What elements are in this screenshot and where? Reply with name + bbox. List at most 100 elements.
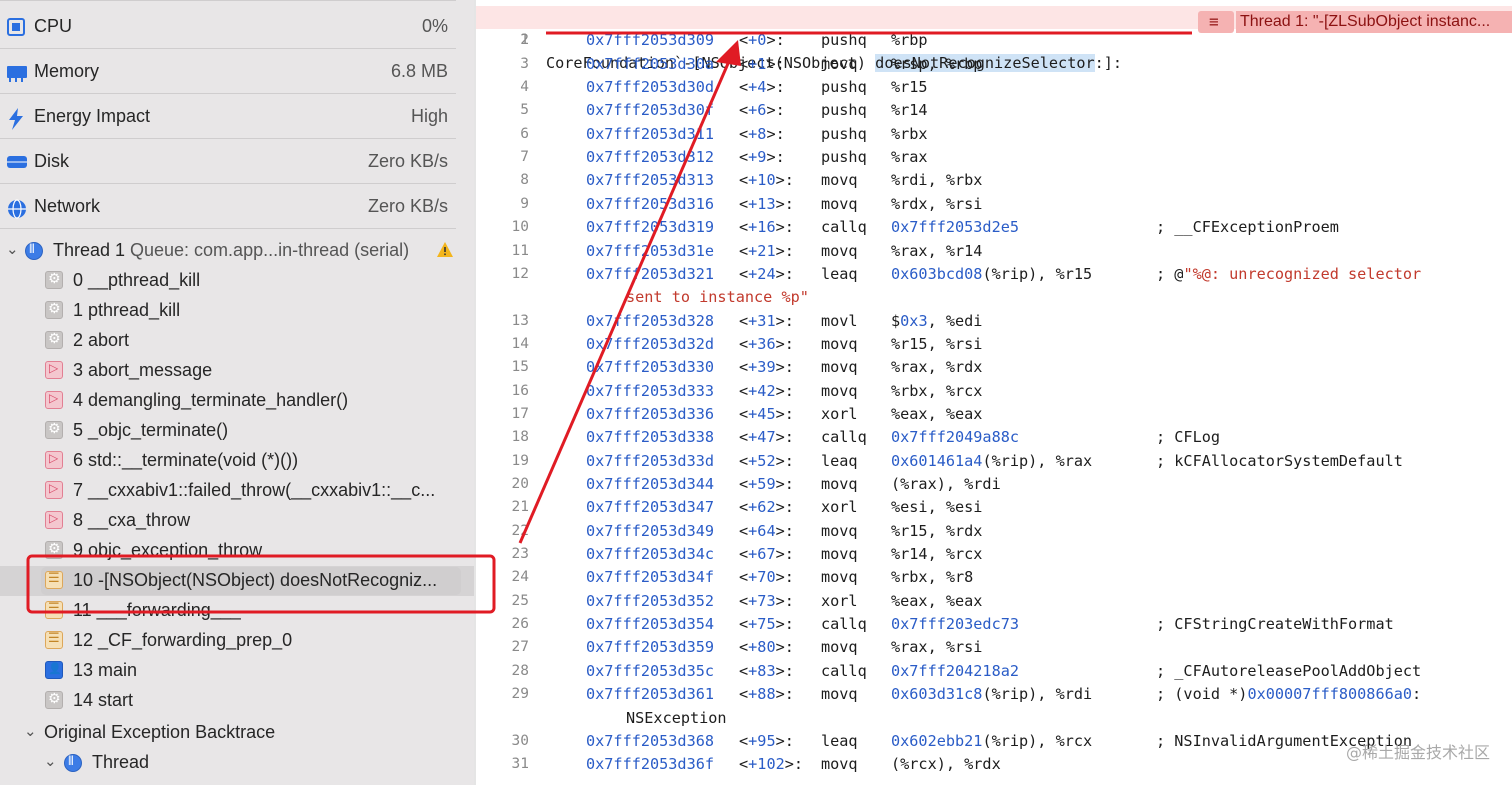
- gauge-energy[interactable]: Energy Impact High: [0, 94, 456, 139]
- stack-frame-selected[interactable]: 10 -[NSObject(NSObject) doesNotRecogniz.…: [0, 566, 474, 596]
- instruction-offset: <+21>:: [739, 241, 794, 260]
- code-line[interactable]: 25 0x7fff2053d352 <+73>: xorl %eax, %eax: [476, 590, 1512, 613]
- mnemonic: movq: [821, 755, 858, 774]
- stack-frame[interactable]: 0 __pthread_kill: [0, 266, 474, 296]
- stack-frame[interactable]: 6 std::__terminate(void (*)()): [0, 446, 474, 476]
- code-line[interactable]: 23 0x7fff2053d34c <+67>: movq %r14, %rcx: [476, 543, 1512, 566]
- stack-frame[interactable]: 12 _CF_forwarding_prep_0: [0, 626, 474, 656]
- stack-frame[interactable]: 3 abort_message: [0, 356, 474, 386]
- code-line[interactable]: 2 0x7fff2053d309 <+0>: pushq %rbp: [476, 29, 1512, 52]
- stack-frame[interactable]: 8 __cxa_throw: [0, 506, 474, 536]
- operand-address: 0x603d31c8: [891, 685, 983, 704]
- code-line[interactable]: 14 0x7fff2053d32d <+36>: movq %r15, %rsi: [476, 333, 1512, 356]
- operands: %rsp, %rbp: [891, 54, 983, 73]
- code-line[interactable]: 13 0x7fff2053d328 <+31>: movl $0x3, %edi: [476, 310, 1512, 333]
- operands: %rax, %r14: [891, 241, 983, 260]
- chevron-down-icon[interactable]: ⌄: [44, 752, 57, 770]
- line-number: 24: [511, 569, 529, 586]
- disassembly-editor[interactable]: 1 CoreFoundation`-[NSObject(NSObject) do…: [476, 0, 1512, 785]
- code-line[interactable]: 4 0x7fff2053d30d <+4>: pushq %r15: [476, 76, 1512, 99]
- stack-frame[interactable]: 9 objc_exception_throw: [0, 536, 474, 566]
- code-line[interactable]: 3 0x7fff2053d30a <+1>: movq %rsp, %rbp: [476, 53, 1512, 76]
- gauge-label: CPU: [34, 16, 73, 36]
- stack-frame[interactable]: 4 demangling_terminate_handler(): [0, 386, 474, 416]
- offset-value: +8: [748, 124, 767, 143]
- original-backtrace-row[interactable]: ⌄ Original Exception Backtrace: [0, 718, 474, 748]
- stack-frame[interactable]: 5 _objc_terminate(): [0, 416, 474, 446]
- stack-frame[interactable]: 1 pthread_kill: [0, 296, 474, 326]
- operands: %r14: [891, 101, 928, 120]
- thread-queue: Queue: com.app...in-thread (serial): [130, 240, 410, 260]
- offset-value: +64: [748, 521, 776, 540]
- offset-value: +62: [748, 498, 776, 517]
- backtrace-thread-row[interactable]: ⌄ Thread: [0, 748, 474, 778]
- code-line[interactable]: 27 0x7fff2053d359 <+80>: movq %rax, %rsi: [476, 636, 1512, 659]
- code-line[interactable]: 20 0x7fff2053d344 <+59>: movq (%rax), %rdi: [476, 473, 1512, 496]
- code-line[interactable]: 9 0x7fff2053d316 <+13>: movq %rdx, %rsi: [476, 193, 1512, 216]
- code-line[interactable]: 19 0x7fff2053d33d <+52>: leaq 0x601461a4(%ri…: [476, 450, 1512, 473]
- mnemonic: movq: [821, 241, 858, 260]
- instruction-address: 0x7fff2053d352: [586, 591, 715, 610]
- cpp-frame-icon: [45, 481, 63, 499]
- code-line[interactable]: 11 0x7fff2053d31e <+21>: movq %rax, %r14: [476, 240, 1512, 263]
- line-number: 21: [511, 499, 529, 516]
- line-number: 4: [520, 79, 529, 96]
- line-number: 27: [511, 639, 529, 656]
- instruction-offset: <+59>:: [739, 475, 794, 493]
- code-line[interactable]: 22 0x7fff2053d349 <+64>: movq %r15, %rdx: [476, 520, 1512, 543]
- stack-frame[interactable]: 2 abort: [0, 326, 474, 356]
- operands: $0x3, %edi: [891, 311, 983, 330]
- instruction-offset: <+8>:: [739, 124, 785, 143]
- offset-value: +6: [748, 101, 767, 120]
- instruction-address: 0x7fff2053d33d: [586, 451, 715, 470]
- instruction-address: 0x7fff2053d347: [586, 498, 715, 517]
- objc-frame-icon: [45, 600, 63, 619]
- instruction-offset: <+42>:: [739, 381, 794, 400]
- gauge-disk[interactable]: Disk Zero KB/s: [0, 139, 456, 184]
- code-line[interactable]: 6 0x7fff2053d311 <+8>: pushq %rbx: [476, 123, 1512, 146]
- line-number: 8: [520, 172, 529, 189]
- code-line-wrap: sent to instance %p": [476, 286, 1512, 309]
- operands: %rax, %rdx: [891, 358, 983, 377]
- code-line-1[interactable]: 1 CoreFoundation`-[NSObject(NSObject) do…: [476, 6, 1512, 72]
- instruction-address: 0x7fff2053d30a: [586, 54, 715, 73]
- code-line[interactable]: 18 0x7fff2053d338 <+47>: callq 0x7fff2049a88…: [476, 426, 1512, 449]
- thread-row[interactable]: ⌄ Thread 1 Queue: com.app...in-thread (s…: [0, 236, 474, 266]
- operands: %r15, %rsi: [891, 334, 983, 353]
- code-line[interactable]: 24 0x7fff2053d34f <+70>: movq %rbx, %r8: [476, 566, 1512, 589]
- gauge-value: Zero KB/s: [367, 151, 448, 171]
- gauge-network[interactable]: Network Zero KB/s: [0, 184, 456, 229]
- line-number: 31: [511, 756, 529, 773]
- code-line[interactable]: 28 0x7fff2053d35c <+83>: callq 0x7fff204218a…: [476, 660, 1512, 683]
- gauge-cpu[interactable]: CPU 0%: [0, 4, 456, 49]
- code-line[interactable]: 21 0x7fff2053d347 <+62>: xorl %esi, %esi: [476, 496, 1512, 519]
- system-frame-icon: [45, 270, 63, 289]
- code-line[interactable]: 15 0x7fff2053d330 <+39>: movq %rax, %rdx: [476, 356, 1512, 379]
- code-line[interactable]: 16 0x7fff2053d333 <+42>: movq %rbx, %rcx: [476, 380, 1512, 403]
- code-line[interactable]: 5 0x7fff2053d30f <+6>: pushq %r14: [476, 99, 1512, 122]
- offset-value: +24: [748, 264, 776, 283]
- code-line[interactable]: 12 0x7fff2053d321 <+24>: leaq 0x603bcd08(%ri…: [476, 263, 1512, 286]
- instruction-address: 0x7fff2053d319: [586, 218, 715, 237]
- code-line[interactable]: 10 0x7fff2053d319 <+16>: callq 0x7fff2053d2e…: [476, 216, 1512, 239]
- chevron-down-icon[interactable]: ⌄: [6, 240, 19, 258]
- instruction-offset: <+83>:: [739, 661, 794, 680]
- gauge-memory[interactable]: Memory 6.8 MB: [0, 49, 456, 94]
- mnemonic: xorl: [821, 591, 858, 610]
- code-line[interactable]: 8 0x7fff2053d313 <+10>: movq %rdi, %rbx: [476, 169, 1512, 192]
- operands: %eax, %eax: [891, 591, 983, 610]
- offset-value: +42: [748, 381, 776, 400]
- stack-frame[interactable]: 14 start: [0, 686, 474, 716]
- code-line[interactable]: 17 0x7fff2053d336 <+45>: xorl %eax, %eax: [476, 403, 1512, 426]
- code-line[interactable]: 7 0x7fff2053d312 <+9>: pushq %rax: [476, 146, 1512, 169]
- stack-frame[interactable]: 11 ___forwarding___: [0, 596, 474, 626]
- code-line[interactable]: 29 0x7fff2053d361 <+88>: movq 0x603d31c8(%ri…: [476, 683, 1512, 706]
- chevron-down-icon[interactable]: ⌄: [24, 722, 37, 740]
- line-number: 16: [511, 382, 529, 399]
- offset-value: +52: [748, 451, 776, 470]
- stack-frame[interactable]: 13 main: [0, 656, 474, 686]
- stack-frame[interactable]: 7 __cxxabiv1::failed_throw(__cxxabiv1::_…: [0, 476, 474, 506]
- line-number: 26: [511, 616, 529, 633]
- instruction-address: 0x7fff2053d344: [586, 475, 715, 493]
- code-line[interactable]: 26 0x7fff2053d354 <+75>: callq 0x7fff203edc7…: [476, 613, 1512, 636]
